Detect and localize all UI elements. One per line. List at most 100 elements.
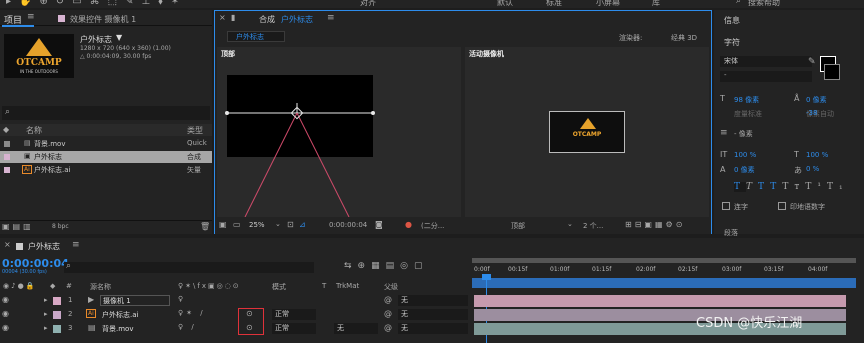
workspace-library[interactable]: 库 xyxy=(652,0,660,8)
label-swatch[interactable] xyxy=(53,297,61,305)
close-icon[interactable]: × xyxy=(4,240,11,249)
hscale-value[interactable]: 100 % xyxy=(806,151,828,159)
work-area-bar[interactable] xyxy=(472,258,856,263)
menu-icon[interactable]: ≡ xyxy=(27,12,35,22)
all-caps-button[interactable]: TT xyxy=(758,182,782,192)
zoom-select[interactable]: 25% xyxy=(249,221,265,229)
parent-pickwhip-icon[interactable]: @ xyxy=(384,309,392,318)
resolution-select[interactable]: (二分... xyxy=(421,221,444,231)
trkmat-select[interactable]: 无 xyxy=(334,323,378,334)
eye-icon[interactable]: ◉ xyxy=(2,323,9,332)
layer-row[interactable]: ◉ ▸ 1 ▶ 摄像机 1 ♀ @ 无 xyxy=(0,294,864,308)
top-view[interactable]: 顶部 xyxy=(217,47,461,217)
region-icon[interactable]: ⊿ xyxy=(299,220,306,229)
eye-icon[interactable]: ◉ xyxy=(2,295,9,304)
small-caps-button[interactable]: Tт xyxy=(782,182,805,192)
col-parent[interactable]: 父级 xyxy=(384,282,398,292)
delete-icon[interactable]: 🗑 xyxy=(200,222,210,231)
menu-icon[interactable]: ≡ xyxy=(72,240,80,250)
3d-layer-icon[interactable]: ⊙ xyxy=(246,309,253,318)
project-footer-icons[interactable]: ▣▤▥ xyxy=(2,222,34,231)
workspace-align[interactable]: 对齐 xyxy=(360,0,376,8)
expand-arrow-icon[interactable]: ▸ xyxy=(44,296,48,304)
menu-icon[interactable]: ≡ xyxy=(327,13,335,23)
playhead-handle[interactable] xyxy=(482,274,491,280)
camera-gizmo[interactable] xyxy=(217,47,461,217)
expand-arrow-icon[interactable]: ▸ xyxy=(44,324,48,332)
effects-controls-tab[interactable]: 效果控件 摄像机 1 xyxy=(70,14,136,25)
monitor-icon[interactable]: ▭ xyxy=(233,220,241,229)
baseline-value[interactable]: 0 像素 xyxy=(734,165,755,175)
close-icon[interactable]: × xyxy=(219,13,226,22)
label-swatch[interactable] xyxy=(53,325,61,333)
layer-name[interactable]: 户外标志.ai xyxy=(102,310,138,320)
snapshot-icon[interactable]: ▣ xyxy=(219,220,227,229)
parent-pickwhip-icon[interactable]: @ xyxy=(384,323,392,332)
active-camera-view[interactable]: 活动摄像机 OTCAMP xyxy=(465,47,709,217)
3d-layer-icon[interactable]: ⊙ xyxy=(246,323,253,332)
search-help[interactable]: 搜索帮助 xyxy=(748,0,780,8)
col-type[interactable]: 类型 xyxy=(187,125,203,136)
subscript-button[interactable]: T₁ xyxy=(827,182,849,192)
tool-icons[interactable]: ▸✋⊕↺▭⌘⬚✎⊥⬧✶ xyxy=(6,0,187,7)
mode-select[interactable]: 正常 xyxy=(272,309,316,320)
info-title[interactable]: 信息 xyxy=(724,15,740,26)
preview-name-dropdown-icon[interactable]: ▼ xyxy=(116,33,122,42)
search-icon[interactable]: ⌕ xyxy=(736,0,741,6)
view-select[interactable]: 顶部 xyxy=(511,221,525,231)
eyedropper-icon[interactable]: ✎ xyxy=(808,57,816,67)
view-options-icons[interactable]: ⊞⊟▣▦⚙⊙ xyxy=(625,220,685,229)
comp-breadcrumb[interactable]: 户外标志 xyxy=(227,31,285,42)
parent-pickwhip-icon[interactable]: @ xyxy=(384,295,392,304)
layer-name[interactable]: 背景.mov xyxy=(102,324,133,334)
hindi-digits-checkbox[interactable] xyxy=(778,202,786,210)
chevron-down-icon[interactable]: ⌄ xyxy=(275,220,281,228)
timeline-switch-icons[interactable]: ⇆⊕▦▤◎▢ xyxy=(344,261,428,271)
switch-icons[interactable]: ♀ / xyxy=(178,323,197,331)
kerning-label[interactable]: 度量标准 xyxy=(734,109,762,119)
camera-icon[interactable]: ◙ xyxy=(375,220,383,229)
vscale-value[interactable]: 100 % xyxy=(734,151,756,159)
parent-select[interactable]: 无 xyxy=(398,309,468,320)
layer-duration-bar[interactable] xyxy=(474,295,846,307)
label-swatch[interactable] xyxy=(53,311,61,319)
mode-select[interactable]: 正常 xyxy=(272,323,316,334)
workspace-small-screen[interactable]: 小屏幕 xyxy=(596,0,620,8)
renderer-value[interactable]: 经典 3D xyxy=(671,33,697,43)
layer-name-box[interactable]: 摄像机 1 xyxy=(100,295,170,306)
time-ruler[interactable]: 0:00f 00:15f 01:00f 01:15f 02:00f 02:15f… xyxy=(472,258,856,294)
faux-italic-button[interactable]: T xyxy=(746,182,758,192)
leading-value[interactable]: 0 像素 xyxy=(806,95,827,105)
workspace-standard[interactable]: 标准 xyxy=(546,0,562,8)
chevron-down-icon[interactable]: ⌄ xyxy=(567,220,573,228)
tracking-value[interactable]: -38 xyxy=(806,109,817,117)
eye-icon[interactable]: ◉ xyxy=(2,309,9,318)
parent-select[interactable]: 无 xyxy=(398,295,468,306)
tsume-value[interactable]: 0 % xyxy=(806,165,819,173)
stroke-width-value[interactable]: - 像素 xyxy=(734,129,753,139)
comp-tab-label[interactable]: 合成 xyxy=(259,14,275,25)
layout-select[interactable]: 2 个... xyxy=(583,221,603,231)
lock-icon[interactable]: ▮ xyxy=(231,13,235,22)
switch-icons[interactable]: ♀✶ / xyxy=(178,309,206,317)
color-icon[interactable]: ● xyxy=(405,220,412,229)
stroke-color-swatch[interactable] xyxy=(824,64,840,80)
comp-tab-name[interactable]: 户外标志 xyxy=(281,14,313,25)
comp-timecode[interactable]: 0:00:00:04 xyxy=(329,221,367,229)
shy-icon[interactable]: ♀ xyxy=(178,295,183,303)
font-style-select[interactable]: - xyxy=(720,71,812,82)
project-list-item[interactable]: ▤ 背景.mov Quick xyxy=(0,138,212,150)
workspace-default[interactable]: 默认 xyxy=(497,0,513,8)
timeline-search[interactable]: ⌕ xyxy=(64,261,314,273)
col-mode[interactable]: 模式 xyxy=(272,282,286,292)
char-title[interactable]: 字符 xyxy=(724,37,740,48)
col-source-name[interactable]: 源名称 xyxy=(90,282,111,292)
expand-arrow-icon[interactable]: ▸ xyxy=(44,310,48,318)
timeline-tab[interactable]: 户外标志 xyxy=(28,241,60,252)
project-list-item-selected[interactable]: ▣ 户外标志 合成 xyxy=(0,151,212,163)
font-size-value[interactable]: 98 像素 xyxy=(734,95,759,105)
parent-select[interactable]: 无 xyxy=(398,323,468,334)
faux-bold-button[interactable]: T xyxy=(734,182,747,192)
paragraph-title[interactable]: 段落 xyxy=(724,228,738,238)
font-family-select[interactable]: 宋体 xyxy=(720,56,812,67)
